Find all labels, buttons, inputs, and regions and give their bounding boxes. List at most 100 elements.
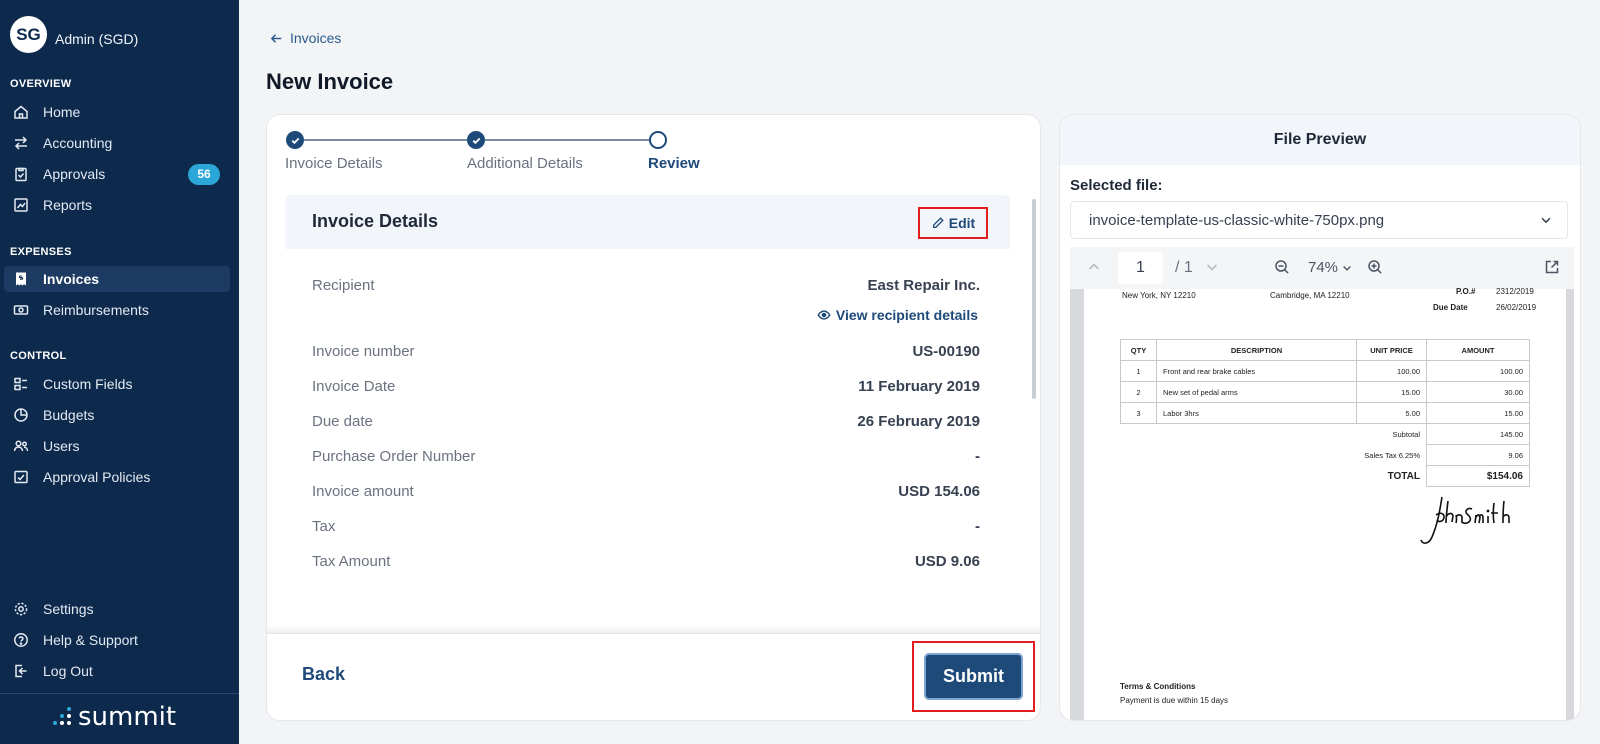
invoice-date-value: 11 February 2019: [858, 378, 980, 395]
invoice-document-page: New York, NY 12210 Cambridge, MA 12210 P…: [1084, 287, 1566, 720]
sidebar-item-home[interactable]: Home: [4, 99, 230, 125]
step-label-invoice-details[interactable]: Invoice Details: [285, 155, 383, 172]
invoice-amount-label: Invoice amount: [312, 483, 414, 500]
step-3-current-icon: [649, 131, 667, 149]
doc-cell: Labor 3hrs: [1156, 402, 1357, 424]
sidebar-item-reports[interactable]: Reports: [4, 192, 230, 218]
sidebar-item-label: Approval Policies: [43, 469, 151, 485]
users-icon: [12, 438, 29, 455]
back-button[interactable]: Back: [302, 664, 345, 685]
help-icon: [12, 632, 29, 649]
doc-col-amount: AMOUNT: [1426, 339, 1530, 361]
step-label-review: Review: [648, 155, 700, 172]
doc-col-unit-price: UNIT PRICE: [1356, 339, 1427, 361]
tax-value: -: [975, 518, 980, 535]
sidebar-item-label: Approvals: [43, 166, 106, 182]
sidebar-item-invoices[interactable]: Invoices: [4, 266, 230, 292]
doc-cell: 15.00: [1426, 402, 1530, 424]
sidebar-item-approval-policies[interactable]: Approval Policies: [4, 464, 230, 490]
tax-amount-label: Tax Amount: [312, 553, 391, 570]
sidebar-item-label: Invoices: [43, 271, 100, 287]
sidebar-item-custom-fields[interactable]: Custom Fields: [4, 371, 230, 397]
doc-cell: 100.00: [1356, 360, 1427, 382]
pencil-icon: [932, 217, 944, 229]
doc-col-qty: QTY: [1120, 339, 1157, 361]
sidebar-item-users[interactable]: Users: [4, 433, 230, 459]
scrollbar[interactable]: [1032, 199, 1036, 399]
view-recipient-details-link[interactable]: View recipient details: [817, 307, 978, 323]
sidebar-item-label: Accounting: [43, 135, 113, 151]
doc-cell: 5.00: [1356, 402, 1427, 424]
doc-table-row: 3 Labor 3hrs 5.00 15.00: [1120, 402, 1530, 424]
step-2-complete-icon: [467, 131, 485, 149]
doc-terms-title: Terms & Conditions: [1120, 682, 1196, 691]
po-number-value: -: [975, 448, 980, 465]
avatar: SG: [10, 16, 47, 53]
logout-icon: [12, 663, 29, 680]
doc-cell: New set of pedal arms: [1156, 381, 1357, 403]
selected-file-label: Selected file:: [1070, 177, 1163, 194]
doc-due-value: 26/02/2019: [1496, 303, 1537, 312]
footer-shadow: [267, 625, 1040, 633]
due-date-value: 26 February 2019: [857, 413, 980, 430]
home-icon: [12, 104, 29, 121]
sidebar-item-label: Home: [43, 104, 81, 120]
open-external-icon[interactable]: [1544, 259, 1560, 275]
sidebar-item-logout[interactable]: Log Out: [4, 658, 230, 684]
doc-cell: 30.00: [1426, 381, 1530, 403]
chevron-down-icon: [1541, 217, 1551, 224]
arrow-left-icon: [270, 33, 282, 43]
sidebar-item-reimbursements[interactable]: Reimbursements: [4, 297, 230, 323]
edit-button[interactable]: Edit: [918, 207, 988, 239]
tax-amount-value: USD 9.06: [914, 553, 980, 570]
step-label-additional-details[interactable]: Additional Details: [467, 155, 583, 172]
doc-subtotal-label: Subtotal: [1392, 429, 1420, 439]
sidebar-item-settings[interactable]: Settings: [4, 596, 230, 622]
page-total: / 1: [1175, 259, 1193, 276]
sidebar-item-approvals[interactable]: Approvals 56: [4, 161, 230, 187]
section-title: Invoice Details: [312, 211, 439, 231]
doc-line-items-table: QTY DESCRIPTION UNIT PRICE AMOUNT 1 Fron…: [1120, 339, 1530, 487]
sidebar-item-accounting[interactable]: Accounting: [4, 130, 230, 156]
doc-tax-label: Sales Tax 6.25%: [1364, 450, 1420, 460]
breadcrumb-back-link[interactable]: Invoices: [269, 30, 341, 46]
doc-col-description: DESCRIPTION: [1156, 339, 1357, 361]
sidebar-item-help[interactable]: Help & Support: [4, 627, 230, 653]
account-switcher[interactable]: SG Admin (SGD): [10, 16, 138, 53]
doc-table-row: 2 New set of pedal arms 15.00 30.00: [1120, 381, 1530, 403]
zoom-in-icon[interactable]: [1367, 259, 1383, 275]
file-select-dropdown[interactable]: invoice-template-us-classic-white-750px.…: [1070, 201, 1568, 239]
doc-cell: Front and rear brake cables: [1156, 360, 1357, 382]
chevron-down-icon[interactable]: [1204, 259, 1220, 275]
file-preview-panel: File Preview Selected file: invoice-temp…: [1059, 114, 1581, 721]
sidebar-item-label: Budgets: [43, 407, 95, 423]
doc-cell: 2: [1120, 381, 1157, 403]
submit-button[interactable]: Submit: [924, 653, 1023, 700]
page-title: New Invoice: [266, 69, 394, 94]
doc-address-mid: Cambridge, MA 12210: [1270, 291, 1350, 300]
invoice-amount-value: USD 154.06: [898, 483, 980, 500]
doc-subtotal-row: Subtotal 145.00: [1121, 423, 1530, 445]
chevron-up-icon[interactable]: [1086, 259, 1102, 275]
doc-address-left: New York, NY 12210: [1122, 291, 1196, 300]
invoice-date-label: Invoice Date: [312, 378, 396, 395]
sidebar-item-label: Users: [43, 438, 80, 454]
zoom-level-dropdown[interactable]: 74%: [1308, 259, 1353, 276]
clipboard-icon: [12, 166, 29, 183]
summit-logo-icon: [53, 707, 71, 725]
chevron-down-icon: [1343, 265, 1351, 271]
submit-highlight: Submit: [912, 641, 1035, 712]
sidebar-item-budgets[interactable]: Budgets: [4, 402, 230, 428]
brand-name: summit: [78, 702, 177, 732]
doc-cell: 3: [1120, 402, 1157, 424]
page-number-input[interactable]: 1: [1118, 252, 1163, 284]
invoice-details-section: Invoice Details Edit Recipient East Repa…: [285, 195, 1010, 625]
recipient-value: East Repair Inc.: [867, 277, 980, 294]
sidebar: SG Admin (SGD) OVERVIEW Home Accounting …: [0, 0, 239, 744]
doc-subtotal-value: 145.00: [1426, 423, 1530, 445]
view-recipient-label: View recipient details: [835, 307, 978, 323]
document-viewer[interactable]: New York, NY 12210 Cambridge, MA 12210 P…: [1070, 287, 1574, 720]
invoice-icon: [12, 271, 29, 288]
zoom-out-icon[interactable]: [1274, 259, 1290, 275]
invoice-details-header: Invoice Details Edit: [285, 195, 1010, 249]
